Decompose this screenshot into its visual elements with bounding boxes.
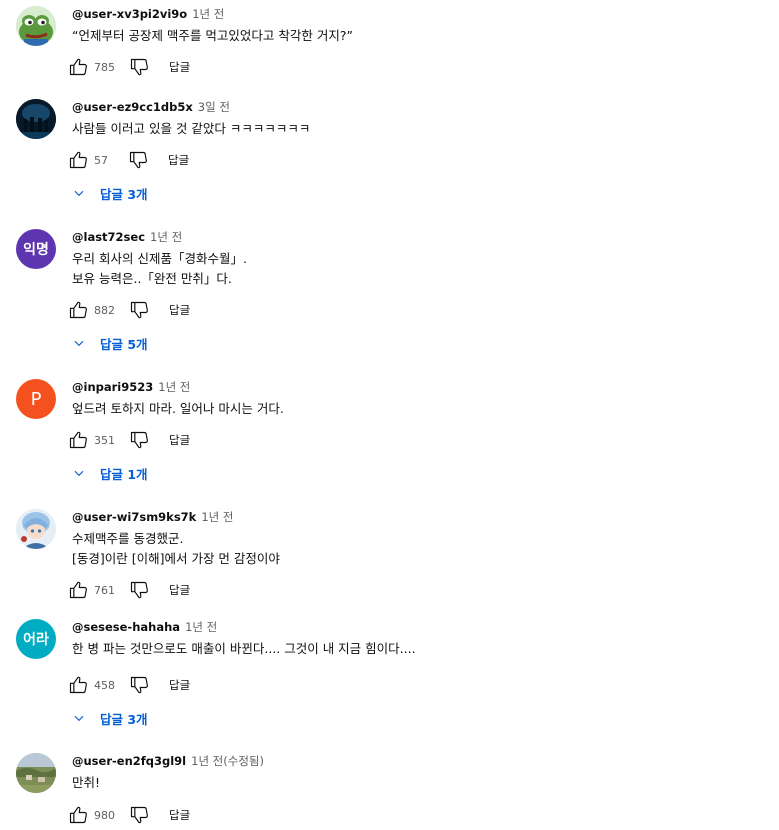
- comment-text: 우리 회사의 신제품「경화수월」. 보유 능력은..「완전 만취」다.: [72, 249, 247, 289]
- like-count: 351: [94, 433, 115, 447]
- chevron-down-icon: [74, 190, 84, 197]
- comment-time[interactable]: 1년 전(수정됨): [191, 753, 264, 769]
- comment-text: 만취!: [72, 773, 100, 793]
- reply-button[interactable]: 답글: [169, 582, 190, 598]
- view-replies-button[interactable]: 답글 5개: [72, 331, 148, 355]
- comment-actions: 458 답글: [66, 673, 190, 697]
- chevron-down-icon: [74, 340, 84, 347]
- like-count: 57: [94, 153, 108, 167]
- avatar-initials: 익명: [23, 242, 49, 258]
- thumbs-down-icon[interactable]: [126, 148, 150, 172]
- thumbs-up-icon[interactable]: [66, 55, 90, 79]
- comment-text-line: 보유 능력은..「완전 만취」다.: [72, 271, 232, 286]
- comment-text: 엎드려 토하지 마라. 일어나 마시는 거다.: [72, 399, 284, 419]
- thumbs-down-icon[interactable]: [127, 673, 151, 697]
- view-replies-button[interactable]: 답글 3개: [72, 181, 148, 205]
- replies-count-label: 답글 5개: [100, 336, 148, 352]
- replies-count-label: 답글 3개: [100, 711, 148, 727]
- comment-actions: 882 답글: [66, 298, 190, 322]
- thumbs-up-icon[interactable]: [66, 673, 90, 697]
- comment-actions: 785 답글: [66, 55, 190, 79]
- thumbs-down-icon[interactable]: [127, 803, 151, 827]
- comment-author[interactable]: @last72sec: [72, 230, 145, 244]
- comment-text-line: 우리 회사의 신제품「경화수월」.: [72, 251, 247, 266]
- thumbs-down-icon[interactable]: [127, 428, 151, 452]
- like-count: 980: [94, 808, 115, 822]
- comment-time[interactable]: 1년 전: [150, 229, 182, 245]
- chevron-down-icon: [74, 470, 84, 477]
- comment-time[interactable]: 3일 전: [198, 99, 230, 115]
- comment-text: 수제맥주를 동경했군. [동경]이란 [이해]에서 가장 먼 감정이야: [72, 529, 280, 569]
- avatar[interactable]: 익명: [16, 229, 56, 269]
- comment-author[interactable]: @user-en2fq3gl9l: [72, 754, 186, 768]
- avatar-initials: 어라: [23, 632, 49, 648]
- comment-text-line: 한 병 파는 것만으로도 매출이 바뀐다.... 그것이 내 지금 힘이다...…: [72, 641, 416, 656]
- view-replies-button[interactable]: 답글 1개: [72, 461, 148, 485]
- comment-text-line: 엎드려 토하지 마라. 일어나 마시는 거다.: [72, 401, 284, 416]
- avatar[interactable]: 어라: [16, 619, 56, 659]
- comment-time[interactable]: 1년 전: [158, 379, 190, 395]
- chevron-down-icon: [74, 715, 84, 722]
- thumbs-down-icon[interactable]: [127, 578, 151, 602]
- like-count: 882: [94, 303, 115, 317]
- comment-text-line: 사람들 이러고 있을 것 같았다 ㅋㅋㅋㅋㅋㅋㅋ: [72, 121, 311, 136]
- comment-text-line: “언제부터 공장제 맥주를 먹고있었다고 착각한 거지?”: [72, 28, 353, 43]
- comment-author[interactable]: @user-wi7sm9ks7k: [72, 510, 196, 524]
- comment-time[interactable]: 1년 전: [201, 509, 233, 525]
- thumbs-up-icon[interactable]: [66, 148, 90, 172]
- thumbs-up-icon[interactable]: [66, 298, 90, 322]
- comment-author[interactable]: @sesese-hahaha: [72, 620, 180, 634]
- like-count: 785: [94, 60, 115, 74]
- comment-actions: 980 답글: [66, 803, 190, 827]
- comment-text-line: [동경]이란 [이해]에서 가장 먼 감정이야: [72, 551, 280, 566]
- comment-author[interactable]: @user-xv3pi2vi9o: [72, 7, 187, 21]
- comment-author[interactable]: @inpari9523: [72, 380, 153, 394]
- reply-button[interactable]: 답글: [169, 677, 190, 693]
- anime-character-avatar-icon[interactable]: [16, 509, 56, 549]
- reply-button[interactable]: 답글: [169, 807, 190, 823]
- replies-count-label: 답글 3개: [100, 186, 148, 202]
- comment-text-line: 수제맥주를 동경했군.: [72, 531, 184, 546]
- comment-text: 사람들 이러고 있을 것 같았다 ㅋㅋㅋㅋㅋㅋㅋ: [72, 119, 310, 139]
- avatar-initials: P: [30, 388, 42, 410]
- comment-time[interactable]: 1년 전: [192, 6, 224, 22]
- thumbs-down-icon[interactable]: [127, 55, 151, 79]
- reply-button[interactable]: 답글: [169, 59, 190, 75]
- like-count: 761: [94, 583, 115, 597]
- thumbs-up-icon[interactable]: [66, 803, 90, 827]
- comment-actions: 351 답글: [66, 428, 190, 452]
- landscape-avatar-icon[interactable]: [16, 753, 56, 793]
- comment-text: 한 병 파는 것만으로도 매출이 바뀐다.... 그것이 내 지금 힘이다...…: [72, 639, 416, 659]
- thumbs-up-icon[interactable]: [66, 428, 90, 452]
- frog-avatar-icon[interactable]: [16, 6, 56, 46]
- thumbs-down-icon[interactable]: [127, 298, 151, 322]
- like-count: 458: [94, 678, 115, 692]
- comment-text: “언제부터 공장제 맥주를 먹고있었다고 착각한 거지?”: [72, 26, 353, 46]
- replies-count-label: 답글 1개: [100, 466, 148, 482]
- comment-text-line: 만취!: [72, 775, 101, 790]
- night-scene-avatar-icon[interactable]: [16, 99, 56, 139]
- reply-button[interactable]: 답글: [169, 302, 190, 318]
- comment-actions: 761 답글: [66, 578, 190, 602]
- thumbs-up-icon[interactable]: [66, 578, 90, 602]
- reply-button[interactable]: 답글: [169, 432, 190, 448]
- avatar[interactable]: P: [16, 379, 56, 419]
- reply-button[interactable]: 답글: [168, 152, 189, 168]
- comment-author[interactable]: @user-ez9cc1db5x: [72, 100, 193, 114]
- comment-time[interactable]: 1년 전: [185, 619, 217, 635]
- comment-actions: 57 답글: [66, 148, 189, 172]
- view-replies-button[interactable]: 답글 3개: [72, 706, 148, 730]
